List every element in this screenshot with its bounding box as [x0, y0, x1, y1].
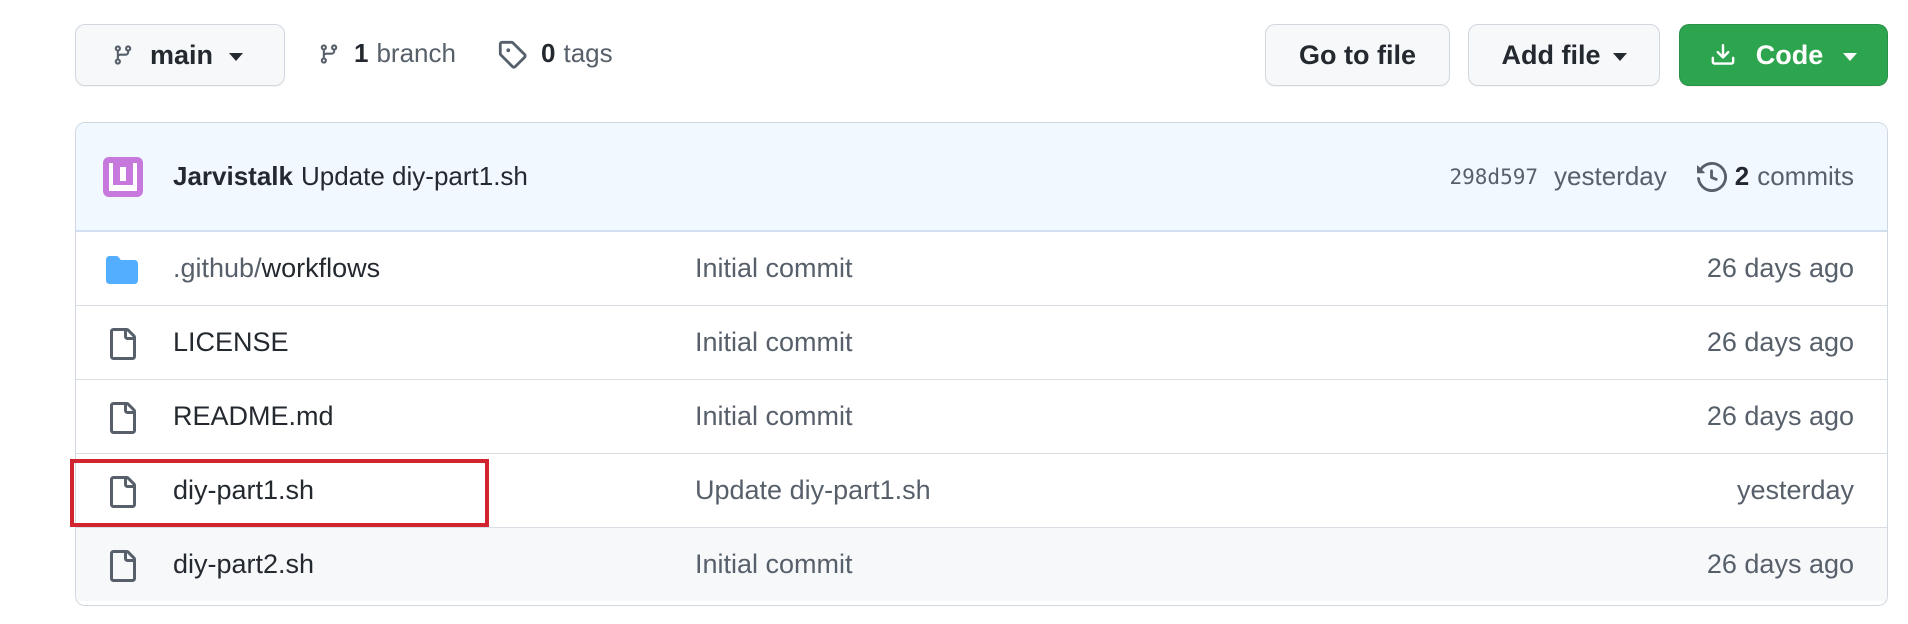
file-icon	[110, 550, 136, 582]
directory-name: workflows	[261, 253, 381, 283]
add-file-label: Add file	[1501, 39, 1601, 70]
file-commit-message-link[interactable]: Update diy-part1.sh	[695, 475, 931, 506]
code-button-label: Code	[1755, 39, 1824, 70]
folder-icon	[106, 256, 138, 284]
latest-commit-details: 298d597 yesterday 2 commits	[1450, 161, 1854, 192]
latest-commit-summary: Jarvistalk Update diy-part1.sh	[173, 161, 528, 192]
repo-toolbar: main 1 branch 0 tags Go to file Add file…	[0, 0, 1908, 100]
file-commit-age: yesterday	[1736, 475, 1854, 505]
tag-count: 0	[541, 38, 556, 68]
file-name-link[interactable]: README.md	[173, 401, 334, 432]
go-to-file-button[interactable]: Go to file	[1265, 24, 1450, 86]
tags-link[interactable]: 0 tags	[497, 38, 613, 69]
code-button[interactable]: Code	[1679, 24, 1888, 86]
file-commit-message-link[interactable]: Initial commit	[695, 401, 853, 432]
commit-time: yesterday	[1554, 161, 1667, 191]
commit-message-link[interactable]: Update diy-part1.sh	[301, 161, 528, 191]
git-branch-icon	[320, 43, 338, 64]
file-row[interactable]: diy-part2.sh Initial commit 26 days ago	[76, 527, 1887, 601]
file-commit-message-link[interactable]: Initial commit	[695, 253, 853, 284]
file-commit-message-link[interactable]: Initial commit	[695, 549, 853, 580]
branch-count-label: branch	[376, 38, 456, 68]
tag-icon	[498, 40, 527, 69]
branches-link[interactable]: 1 branch	[318, 38, 456, 69]
avatar[interactable]	[103, 157, 143, 197]
highlight-box	[70, 459, 489, 527]
branch-select-button[interactable]: main	[75, 24, 285, 86]
download-icon	[1711, 44, 1735, 65]
add-file-button[interactable]: Add file	[1468, 24, 1660, 86]
chevron-down-icon	[229, 53, 244, 61]
file-row[interactable]: README.md Initial commit 26 days ago	[76, 379, 1887, 453]
file-browser: Jarvistalk Update diy-part1.sh 298d597 ye…	[75, 122, 1888, 606]
file-row[interactable]: .github/workflows Initial commit 26 days…	[76, 231, 1887, 305]
file-name-link[interactable]: diy-part2.sh	[173, 549, 314, 580]
commit-author-link[interactable]: Jarvistalk	[173, 161, 293, 191]
tag-count-label: tags	[563, 38, 613, 68]
file-commit-age: 26 days ago	[1706, 327, 1854, 357]
chevron-down-icon	[1612, 53, 1627, 61]
file-name-link[interactable]: LICENSE	[173, 327, 289, 358]
file-icon	[110, 328, 136, 360]
commit-sha-link[interactable]: 298d597	[1450, 165, 1539, 189]
git-branch-icon	[114, 45, 132, 65]
file-row[interactable]: LICENSE Initial commit 26 days ago	[76, 305, 1887, 379]
branch-select-label: main	[150, 39, 214, 70]
file-commit-message-link[interactable]: Initial commit	[695, 327, 853, 358]
directory-prefix: .github/	[173, 253, 262, 283]
file-name-link[interactable]: .github/workflows	[173, 253, 380, 284]
file-icon	[110, 402, 136, 434]
latest-commit-header: Jarvistalk Update diy-part1.sh 298d597 ye…	[76, 123, 1887, 231]
commits-count: 2	[1734, 161, 1750, 191]
history-icon	[1696, 161, 1727, 192]
file-commit-age: 26 days ago	[1706, 253, 1854, 283]
commits-label: commits	[1757, 161, 1854, 191]
file-commit-age: 26 days ago	[1706, 549, 1854, 579]
chevron-down-icon	[1843, 53, 1858, 61]
file-commit-age: 26 days ago	[1706, 401, 1854, 431]
commits-history-link[interactable]: 2 commits	[1696, 161, 1854, 192]
branch-count: 1	[354, 38, 369, 68]
